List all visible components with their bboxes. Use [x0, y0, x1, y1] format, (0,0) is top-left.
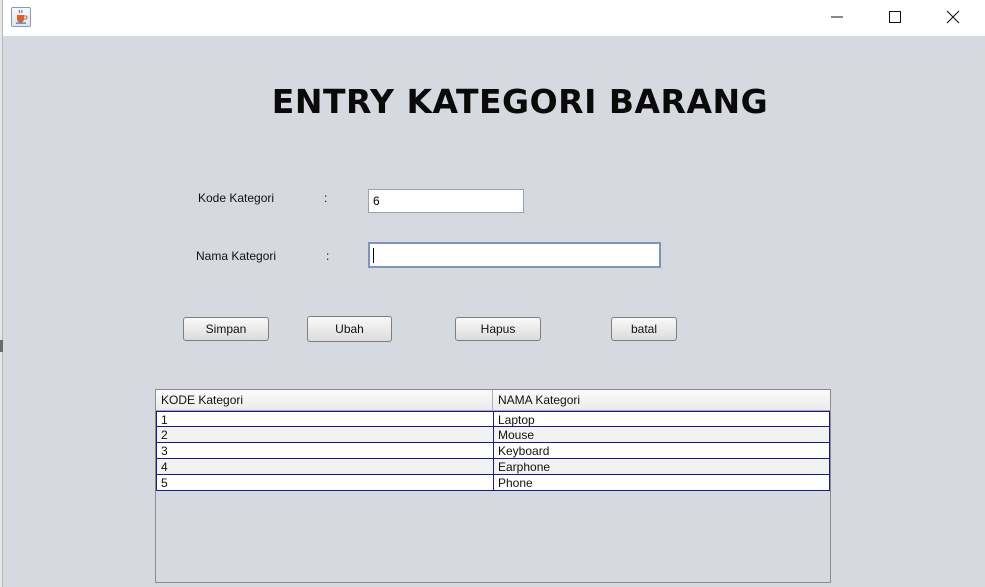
table-row[interactable]: 1 Laptop	[156, 411, 830, 427]
simpan-button[interactable]: Simpan	[183, 317, 269, 341]
table-cell-kode: 1	[157, 412, 494, 427]
kategori-table[interactable]: KODE Kategori NAMA Kategori 1 Laptop 2 M…	[155, 389, 831, 583]
table-cell-kode: 5	[157, 475, 494, 490]
maximize-icon	[889, 11, 901, 23]
ubah-button[interactable]: Ubah	[307, 316, 392, 342]
column-header-nama[interactable]: NAMA Kategori	[493, 390, 830, 410]
title-bar[interactable]	[3, 0, 985, 36]
nama-kategori-colon: :	[326, 249, 330, 263]
table-cell-kode: 4	[157, 459, 494, 474]
nama-kategori-field[interactable]	[368, 242, 661, 268]
application-window: ENTRY KATEGORI BARANG Kode Kategori : 6 …	[0, 0, 985, 587]
table-cell-nama: Keyboard	[498, 444, 550, 458]
table-cell-nama: Laptop	[498, 413, 535, 427]
table-cell-nama: Phone	[498, 476, 533, 490]
nama-kategori-label: Nama Kategori	[196, 249, 277, 263]
hapus-button[interactable]: Hapus	[455, 317, 541, 341]
table-row[interactable]: 4 Earphone	[156, 459, 830, 475]
text-caret	[373, 248, 374, 263]
column-header-kode[interactable]: KODE Kategori	[156, 390, 493, 410]
batal-button[interactable]: batal	[611, 317, 677, 341]
maximize-button[interactable]	[866, 0, 924, 34]
kode-kategori-colon: :	[324, 191, 328, 205]
table-row[interactable]: 3 Keyboard	[156, 443, 830, 459]
close-icon	[946, 10, 960, 24]
table-cell-kode: 2	[157, 427, 494, 442]
table-cell-nama: Mouse	[498, 428, 535, 442]
minimize-button[interactable]	[808, 0, 866, 34]
table-row[interactable]: 5 Phone	[156, 475, 830, 491]
kode-kategori-label: Kode Kategori	[198, 191, 275, 205]
java-coffee-cup-icon[interactable]	[11, 7, 31, 27]
table-cell-kode: 3	[157, 443, 494, 458]
table-header: KODE Kategori NAMA Kategori	[156, 390, 830, 411]
minimize-icon	[831, 16, 843, 18]
table-row[interactable]: 2 Mouse	[156, 427, 830, 443]
table-body: 1 Laptop 2 Mouse 3 Keyboard 4 Earphone 5	[156, 411, 830, 491]
close-button[interactable]	[924, 0, 982, 34]
form-panel: ENTRY KATEGORI BARANG Kode Kategori : 6 …	[3, 36, 985, 587]
page-title: ENTRY KATEGORI BARANG	[271, 82, 769, 121]
table-cell-nama: Earphone	[498, 460, 551, 474]
kode-kategori-field[interactable]: 6	[368, 189, 524, 213]
